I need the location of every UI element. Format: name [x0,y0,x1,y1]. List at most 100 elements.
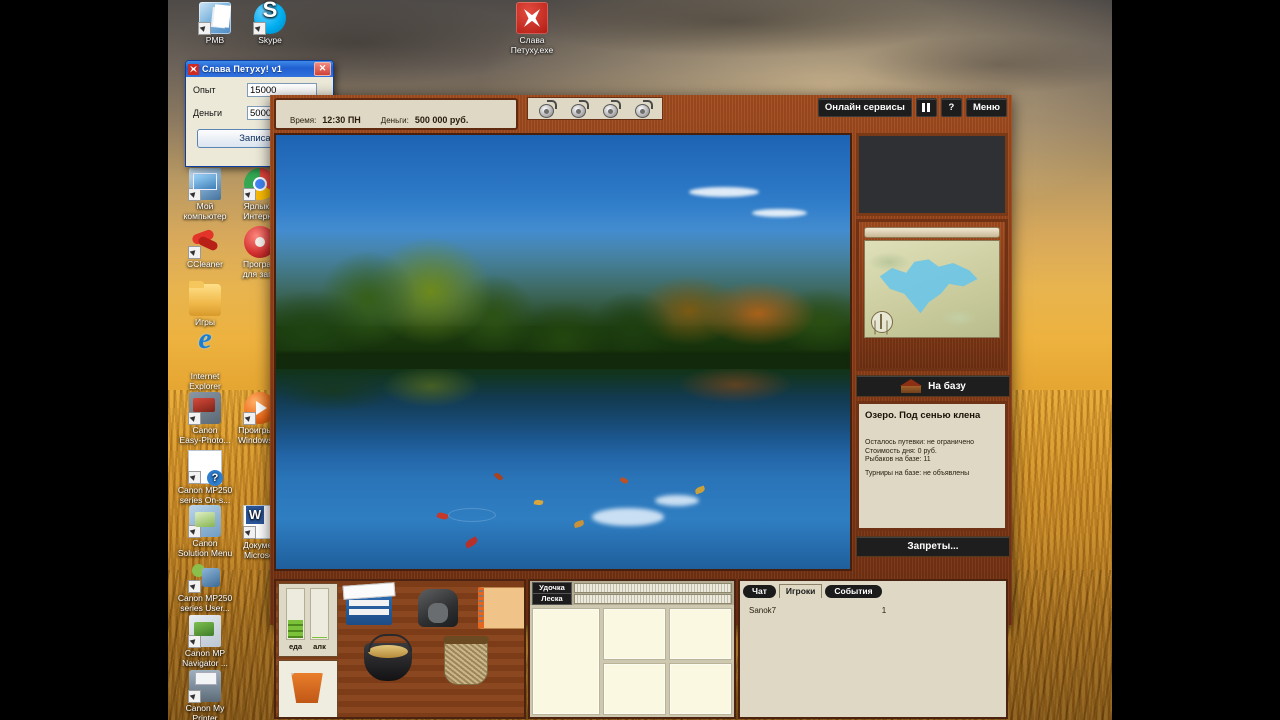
player-count: 1 [881,606,887,615]
chat-tab[interactable]: Чат [743,585,776,598]
notebook-icon[interactable] [478,587,524,629]
house-icon [900,379,923,393]
to-base-button[interactable]: На базу [856,375,1010,397]
tacklebox-icon[interactable] [346,591,392,625]
tackle-slot[interactable] [669,608,732,660]
help-icon [188,450,223,486]
player-row[interactable]: Sanok7 1 [743,604,1003,617]
rod-slot-icon[interactable] [538,100,557,118]
pause-button[interactable] [915,98,937,117]
desktop-icon-label: Canon MP250 series User... [177,593,233,613]
shortcut-arrow-icon [243,188,256,201]
location-details: Осталось путевки: не ограничено Стоимость… [865,439,999,478]
rod-meter-row: Удочка [532,582,732,594]
tackle-slot-grid [603,608,732,715]
tackle-panel[interactable]: Удочка Леска [528,579,736,719]
to-base-label: На базу [928,380,966,392]
shortcut-arrow-icon [243,412,256,425]
rod-meter [574,583,732,593]
status-bar: Время: 12:30 ПН Деньги: 500 000 руб. [274,98,518,130]
line-meter-row: Леска [532,593,732,605]
lake-scene[interactable] [274,133,852,571]
photo-icon [188,392,221,425]
rod-slot-icon[interactable] [602,100,621,118]
shortcut-arrow-icon [188,412,201,425]
cloud [752,208,808,217]
alcohol-label: алк [313,642,326,651]
tackle-slot[interactable] [603,608,666,660]
condition-bars: еда алк [278,583,338,657]
chat-panel[interactable]: Чат Игроки События Sanok7 1 [738,579,1008,719]
line-label: Леска [532,593,572,605]
rod-slot-icon[interactable] [634,100,653,118]
alcohol-bar-fill [312,637,327,638]
tackle-meters: Удочка Леска [530,581,734,605]
players-list: Sanok7 1 [743,604,1003,617]
backpack-icon[interactable] [418,589,458,627]
chat-tab[interactable]: Игроки [778,584,823,598]
menu-button[interactable]: Меню [965,98,1007,117]
map-panel[interactable] [856,219,1008,371]
trainer-titlebar[interactable]: Слава Петуху! v1 ✕ [186,61,333,77]
desktop-icon[interactable]: Canon MP250 series User... [168,560,242,613]
reel-handle-icon [579,100,589,109]
desktop-icon[interactable]: Canon MP Navigator ... [168,615,242,668]
desktop-icon[interactable]: Игры [168,281,242,328]
money-status-label: Деньги: [380,116,409,125]
printer-icon [188,670,221,703]
ccleaner-icon [188,226,221,259]
location-detail-line: Стоимость дня: 0 руб. [865,447,937,455]
forest [276,230,850,370]
shortcut-arrow-icon [188,188,201,201]
cooking-pot-icon[interactable] [364,634,412,681]
reel-handle-icon [643,100,653,109]
rod-slot-icon[interactable] [570,100,589,118]
desktop-icon[interactable]: Skype [233,2,307,46]
desktop-icon-label: Skype [258,35,282,45]
alcohol-bar: алк [310,588,329,651]
time-label: Время: [290,116,317,125]
location-detail-line: Турниры на базе: не объявлены [865,469,970,477]
map-roll [864,227,1000,238]
rod-slots-bar[interactable] [527,97,663,120]
location-detail-line: Осталось путевки: не ограничено [865,439,975,446]
desktop-icon-label: Canon My Printer [185,703,225,720]
bucket-icon [291,673,323,703]
desktop-icon-label: Canon MP Navigator ... [182,648,228,668]
map-image[interactable] [864,240,1000,338]
online-services-button[interactable]: Онлайн сервисы [817,98,912,117]
water-reflection [276,369,850,457]
skype-icon [253,2,286,35]
close-icon[interactable]: ✕ [314,62,331,76]
folder-icon [189,281,221,316]
mycomp-icon [188,168,221,201]
desktop-icon-label: Canon MP250 series On-s... [177,485,233,505]
desktop-icon[interactable]: Internet Explorer [168,334,242,391]
solution-icon [188,505,221,538]
desktop-icon[interactable]: Canon My Printer [168,670,242,720]
trainer-title-text: Слава Петуху! v1 [202,64,283,74]
food-bar: еда [286,588,305,651]
tackle-slot[interactable] [532,608,600,715]
location-info-panel: Озеро. Под сенью клена Осталось путевки:… [856,401,1008,531]
reel-handle-icon [611,100,621,109]
player-name: Sanok7 [749,606,777,615]
underwater-view[interactable] [856,133,1008,216]
restrictions-button[interactable]: Запреты... [856,536,1010,557]
shortcut-arrow-icon [188,635,201,648]
reel-handle-icon [547,100,557,109]
tackle-slot[interactable] [603,663,666,715]
location-detail-line: Рыбаков на базе: 11 [865,456,931,464]
keepnet-icon[interactable] [443,636,489,685]
shortcut-arrow-icon [243,526,256,539]
chat-tab[interactable]: События [825,585,882,598]
chat-tabs: Чат Игроки События [743,584,1003,598]
inventory-panel[interactable]: еда алк [274,579,526,719]
tackle-slot[interactable] [669,663,732,715]
time-value: 12:30 ПН [322,115,361,125]
shortcut-arrow-icon [188,580,201,593]
help-button[interactable]: ? [940,98,962,117]
bucket-slot[interactable] [278,660,338,717]
desktop-icon[interactable]: Canon MP250 series On-s... [168,450,242,505]
desktop-icon[interactable]: Слава Петуху.exe [495,2,569,55]
